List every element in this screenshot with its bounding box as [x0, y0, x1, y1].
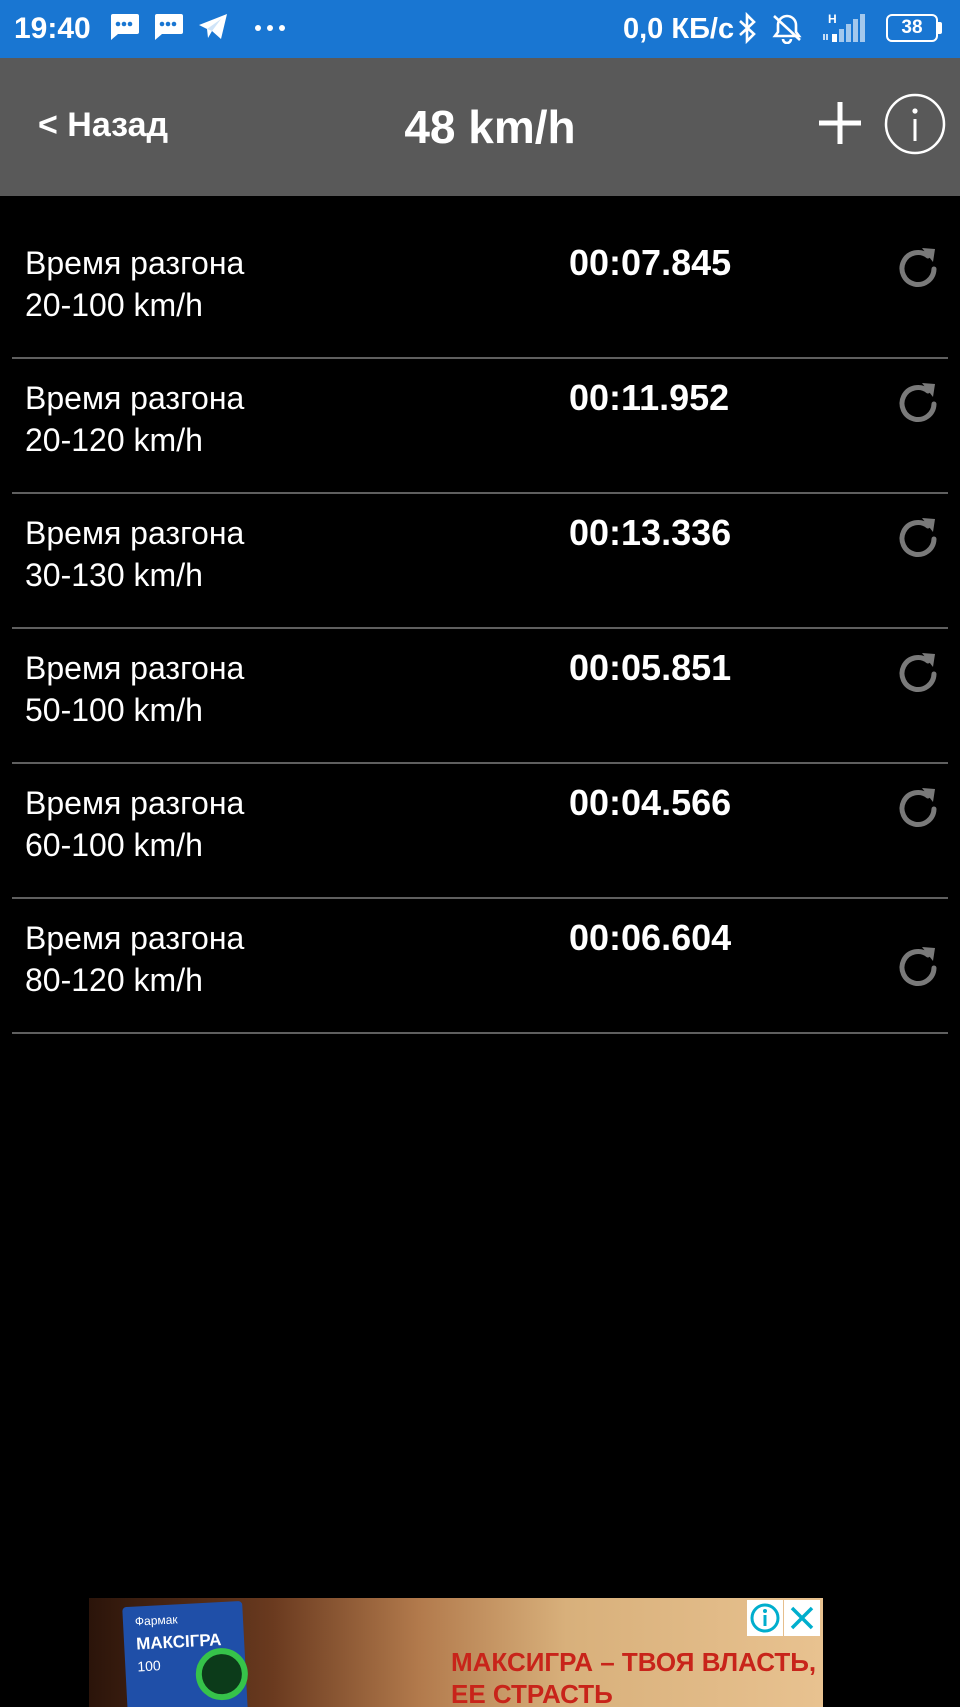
ad-close-icon[interactable] [784, 1600, 820, 1636]
result-label-range: 20-120 km/h [25, 422, 203, 458]
status-bar: 19:40 0,0 КБ/с H 38 [0, 0, 960, 58]
info-icon[interactable] [884, 93, 946, 155]
ad-headline-line1: МАКСИГРА – ТВОЯ ВЛАСТЬ, [451, 1647, 817, 1677]
divider [12, 1032, 948, 1034]
list-item[interactable]: Время разгона 20-120 km/h 00:11.952 [0, 359, 960, 494]
result-time: 00:06.604 [569, 917, 732, 958]
result-label-range: 20-100 km/h [25, 287, 203, 323]
telegram-icon [199, 14, 227, 39]
result-label-title: Время разгона [25, 650, 245, 686]
result-label-range: 30-130 km/h [25, 557, 203, 593]
ad-headline-line2: ЕЕ СТРАСТЬ [451, 1679, 613, 1707]
result-label-range: 50-100 km/h [25, 692, 203, 728]
refresh-icon[interactable] [893, 784, 943, 834]
refresh-icon[interactable] [893, 379, 943, 429]
signal-icon: H [823, 12, 865, 42]
result-time: 00:04.566 [569, 782, 732, 823]
ad-info-icon[interactable] [747, 1600, 783, 1636]
list-item[interactable]: Время разгона 80-120 km/h 00:06.604 [0, 899, 960, 1034]
status-time: 19:40 [14, 12, 91, 45]
result-label-title: Время разгона [25, 380, 245, 416]
result-label: Время разгона 20-100 km/h [25, 242, 244, 326]
app-bar: < Назад 48 km/h [0, 58, 960, 196]
list-item[interactable]: Время разгона 20-100 km/h 00:07.845 [0, 224, 960, 359]
refresh-icon[interactable] [893, 943, 943, 993]
ad-product-image: Фармак МАКСIГРА 100 [122, 1600, 250, 1707]
list-item[interactable]: Время разгона 30-130 km/h 00:13.336 [0, 494, 960, 629]
result-label-title: Время разгона [25, 785, 245, 821]
result-label: Время разгона 30-130 km/h [25, 512, 244, 596]
list-item[interactable]: Время разгона 60-100 km/h 00:04.566 [0, 764, 960, 899]
refresh-icon[interactable] [893, 244, 943, 294]
result-time: 00:07.845 [569, 242, 732, 283]
result-label-range: 60-100 km/h [25, 827, 203, 863]
result-label: Время разгона 80-120 km/h [25, 917, 244, 1001]
ad-product-circle [194, 1646, 250, 1702]
message-icon [111, 14, 139, 40]
ad-product-dose: 100 [136, 1657, 162, 1675]
bluetooth-icon [739, 12, 756, 44]
result-time: 00:11.952 [569, 377, 730, 418]
ad-banner[interactable]: Фармак МАКСIГРА 100 МАКСИГРА – ТВОЯ ВЛАС… [89, 1598, 823, 1707]
result-label-title: Время разгона [25, 245, 245, 281]
result-label: Время разгона 60-100 km/h [25, 782, 244, 866]
alarm-off-icon [772, 14, 802, 44]
ad-headline: МАКСИГРА – ТВОЯ ВЛАСТЬ, ЕЕ СТРАСТЬ [451, 1646, 816, 1707]
battery-level: 38 [901, 17, 923, 38]
result-label-range: 80-120 km/h [25, 962, 203, 998]
refresh-icon[interactable] [893, 649, 943, 699]
network-speed: 0,0 КБ/с [623, 13, 735, 45]
result-label: Время разгона 20-120 km/h [25, 377, 244, 461]
result-label-title: Время разгона [25, 515, 245, 551]
svg-text:H: H [828, 12, 837, 26]
result-time: 00:05.851 [569, 647, 732, 688]
refresh-icon[interactable] [893, 514, 943, 564]
result-label: Время разгона 50-100 km/h [25, 647, 244, 731]
message-icon [155, 14, 183, 40]
result-label-title: Время разгона [25, 920, 245, 956]
battery-indicator: 38 [886, 14, 942, 42]
plus-icon[interactable] [815, 98, 865, 148]
result-time: 00:13.336 [569, 512, 732, 553]
more-dots-icon [255, 25, 285, 31]
list-item[interactable]: Время разгона 50-100 km/h 00:05.851 [0, 629, 960, 764]
ad-product-brand: Фармак [134, 1612, 178, 1629]
